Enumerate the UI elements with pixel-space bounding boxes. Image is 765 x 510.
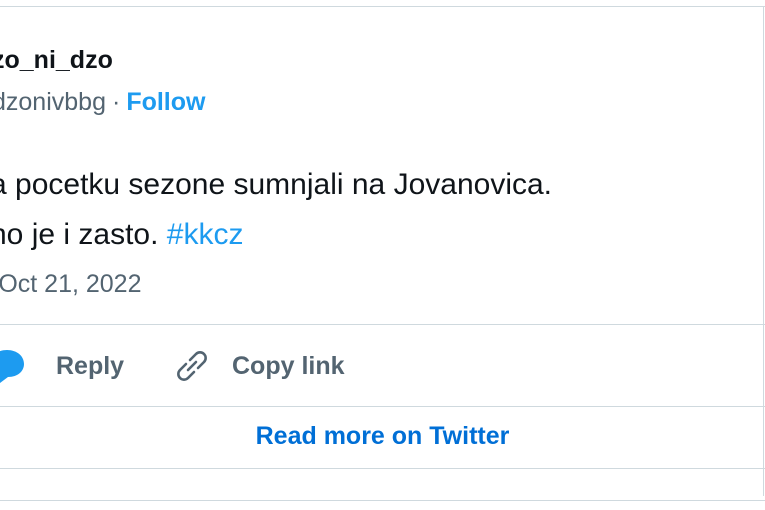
handle-separator: · xyxy=(111,88,121,116)
author-handle-row: dzonivbbg · Follow xyxy=(0,88,205,117)
follow-button[interactable]: Follow xyxy=(126,88,205,116)
copy-link-button[interactable]: Copy link xyxy=(174,346,345,386)
reply-button[interactable]: Reply xyxy=(0,346,124,386)
speech-bubble-icon xyxy=(0,350,24,383)
tweet-text: a pocetku sezone sumnjali na Jovanovica.… xyxy=(0,160,552,260)
read-more-on-twitter-link[interactable]: Read more on Twitter xyxy=(0,422,765,451)
author-display-name[interactable]: zo_ni_dzo xyxy=(0,46,113,75)
card-top-border xyxy=(0,6,765,7)
divider-above-actions xyxy=(0,324,765,325)
divider-below-read-more xyxy=(0,468,765,469)
card-bottom-border xyxy=(0,500,765,501)
copy-link-label: Copy link xyxy=(232,351,345,380)
tweet-embed-card: zo_ni_dzo dzonivbbg · Follow a pocetku sez… xyxy=(0,0,765,510)
tweet-text-line-2: no je i zasto. #kkcz xyxy=(0,210,552,260)
hashtag-link[interactable]: #kkcz xyxy=(167,218,244,251)
tweet-date: Oct 21, 2022 xyxy=(0,270,142,298)
tweet-text-line-1: a pocetku sezone sumnjali na Jovanovica. xyxy=(0,168,553,201)
tweet-text-line-2-text: no je i zasto. xyxy=(0,218,159,251)
tweet-timestamp[interactable]: ·Oct 21, 2022 xyxy=(0,270,141,299)
reply-label: Reply xyxy=(56,351,125,380)
divider-above-read-more xyxy=(0,406,765,407)
author-handle[interactable]: dzonivbbg xyxy=(0,88,106,116)
link-icon xyxy=(177,351,207,381)
